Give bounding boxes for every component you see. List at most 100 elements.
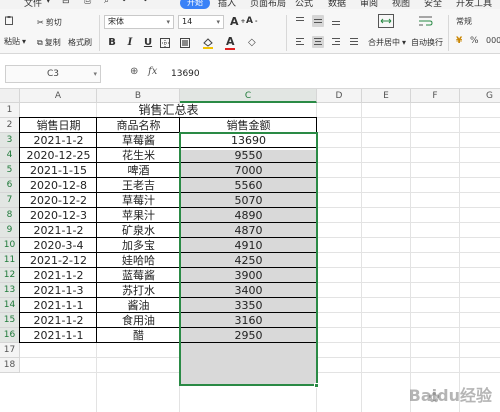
print-icon[interactable]: ⎙ [84,0,91,6]
cell-product[interactable]: 醋 [97,328,180,343]
fill-color-icon[interactable] [202,37,214,49]
align-top-icon[interactable] [294,15,306,27]
fx-icon[interactable]: fx [148,66,157,77]
cell-product[interactable]: 食用油 [97,313,180,328]
align-right-icon[interactable] [330,36,342,48]
cell-product[interactable]: 啤酒 [97,163,180,178]
column-header-b[interactable]: B [97,89,180,103]
row-header-6[interactable]: 6 [0,178,20,193]
row-header-8[interactable]: 8 [0,208,20,223]
cell-product[interactable]: 矿泉水 [97,223,180,238]
spreadsheet-grid[interactable]: ABCDEFG 1 2 3 4 5 6 7 8 9 10 11 12 13 14 15 16 17 18 销售汇总… [0,89,500,412]
column-header-f[interactable]: F [411,89,460,103]
zoom-icon[interactable]: ⊕ [130,66,138,77]
row-header-15[interactable]: 15 [0,313,20,328]
tab-view[interactable]: 视图 [392,0,410,9]
copy-button[interactable]: ⧉ 复制 [37,37,61,48]
cell-style-icon[interactable] [180,38,190,48]
justify-icon[interactable] [348,36,360,48]
align-left-icon[interactable] [294,36,306,48]
column-header-a[interactable]: A [20,89,97,103]
row-header-5[interactable]: 5 [0,163,20,178]
underline-button[interactable]: U [142,36,154,50]
wrap-text-button[interactable]: 自动换行 [411,37,443,48]
row-header-3[interactable]: 3 [0,133,20,148]
column-header-g[interactable]: G [460,89,500,103]
wrap-text-icon[interactable] [418,14,434,28]
cell-date[interactable]: 2021-1-1 [20,298,97,313]
merge-center-icon[interactable] [378,14,394,28]
menu-file[interactable]: 文件 [24,0,42,9]
save-icon[interactable]: ⊟ [62,0,70,6]
decrease-font-button[interactable]: A- [246,16,257,26]
formula-input[interactable]: 13690 [165,65,500,83]
cell-product[interactable]: 王老吉 [97,178,180,193]
sheet-title-cell[interactable]: 销售汇总表 [20,103,317,117]
row-header-17[interactable]: 17 [0,343,20,358]
cell-product[interactable]: 娃哈哈 [97,253,180,268]
increase-font-button[interactable]: A + [230,15,246,28]
row-header-14[interactable]: 14 [0,298,20,313]
cell-date[interactable]: 2020-12-3 [20,208,97,223]
format-painter-button[interactable]: 格式刷 [68,37,92,48]
align-middle-icon[interactable] [312,15,324,27]
tab-review[interactable]: 审阅 [360,0,378,9]
merge-center-button[interactable]: 合并居中 ▾ [368,37,406,48]
currency-icon[interactable]: ¥ [456,36,462,46]
thousands-separator-icon[interactable]: 000 [486,36,500,45]
paste-label-button[interactable]: 粘贴 ▾ [4,36,26,47]
cell-date[interactable]: 2020-12-8 [20,178,97,193]
select-all-corner[interactable] [0,89,20,103]
tab-security[interactable]: 安全 [424,0,442,9]
cell-date[interactable]: 2021-1-1 [20,328,97,343]
preview-icon[interactable]: ⌕ [104,0,109,6]
row-header-9[interactable]: 9 [0,223,20,238]
row-header-18[interactable]: 18 [0,358,20,373]
row-header-2[interactable]: 2 [0,118,20,133]
cell-product[interactable]: 草莓酱 [97,133,180,148]
cell-date[interactable]: 2021-1-3 [20,283,97,298]
undo-icon[interactable]: ↶ [122,0,130,6]
cell-product[interactable]: 加多宝 [97,238,180,253]
cell-product[interactable]: 蓝莓酱 [97,268,180,283]
row-header-10[interactable]: 10 [0,238,20,253]
font-color-icon[interactable]: A [226,35,235,48]
column-header-e[interactable]: E [362,89,411,103]
cell-date[interactable]: 2021-1-2 [20,223,97,238]
cell-date[interactable]: 2021-2-12 [20,253,97,268]
menu-dropdown-icon[interactable]: ▾ [46,0,51,6]
tab-developer[interactable]: 开发工具 [456,0,492,9]
cell-date[interactable]: 2021-1-2 [20,133,97,148]
row-header-12[interactable]: 12 [0,268,20,283]
cell-product[interactable]: 花生米 [97,148,180,163]
align-center-icon[interactable] [312,36,324,48]
cell-date[interactable]: 2020-12-2 [20,193,97,208]
column-header-d[interactable]: D [317,89,362,103]
redo-icon[interactable]: ↷ [140,0,148,6]
tab-insert[interactable]: 插入 [218,0,236,9]
header-cell-product[interactable]: 商品名称 [97,118,180,133]
paste-button[interactable] [4,15,14,25]
column-header-c[interactable]: C [180,89,317,103]
italic-button[interactable]: I [124,36,136,50]
cell-date[interactable]: 2020-3-4 [20,238,97,253]
font-size-select[interactable]: 14 ▾ [178,15,224,29]
cell-date[interactable]: 2021-1-2 [20,313,97,328]
cell-date[interactable]: 2021-1-15 [20,163,97,178]
row-header-13[interactable]: 13 [0,283,20,298]
cell-date[interactable]: 2020-12-25 [20,148,97,163]
header-cell-date[interactable]: 销售日期 [20,118,97,133]
header-cell-amount[interactable]: 销售金额 [180,118,317,133]
name-box[interactable]: C3 ▾ [5,65,101,83]
align-bottom-icon[interactable] [330,15,342,27]
cell-product[interactable]: 酱油 [97,298,180,313]
row-header-16[interactable]: 16 [0,328,20,343]
tab-formulas[interactable]: 公式 [295,0,313,9]
cell-date[interactable]: 2021-1-2 [20,268,97,283]
row-header-7[interactable]: 7 [0,193,20,208]
row-header-1[interactable]: 1 [0,103,20,118]
borders-icon[interactable] [160,38,170,48]
fill-handle[interactable] [314,383,319,388]
number-format-select[interactable]: 常规 [456,16,472,27]
percent-icon[interactable]: % [470,36,479,46]
